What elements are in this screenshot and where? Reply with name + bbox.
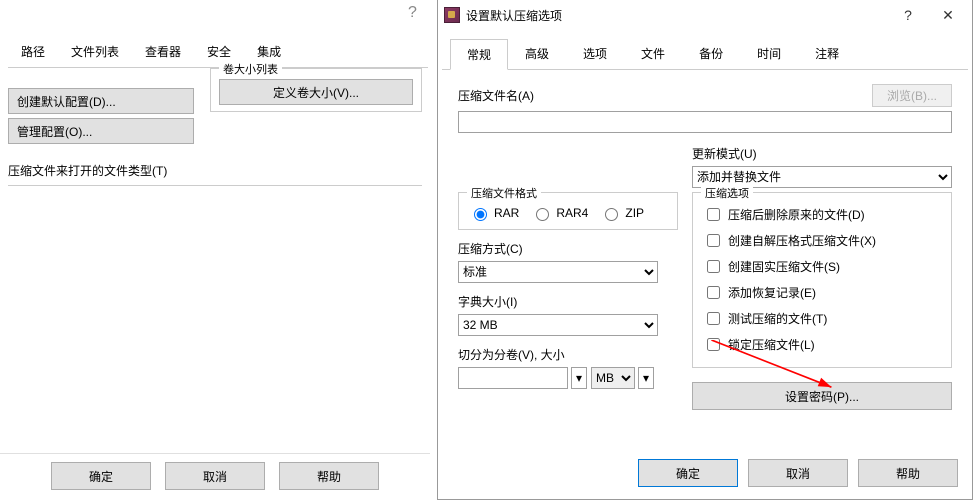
close-button[interactable]: ✕ [928,1,968,29]
options-group-label: 压缩选项 [701,185,753,201]
tab-general[interactable]: 常规 [450,39,508,70]
opt-test[interactable]: 测试压缩的文件(T) [703,309,941,328]
opt-solid[interactable]: 创建固实压缩文件(S) [703,257,941,276]
dropdown-icon[interactable]: ▾ [571,367,587,389]
archive-name-input[interactable] [458,111,952,133]
tab-time[interactable]: 时间 [740,38,798,69]
help-button[interactable]: ? [888,1,928,29]
bg-cancel-button[interactable]: 取消 [165,462,265,490]
dialog-footer: 确定 取消 帮助 [630,451,966,495]
divider [8,185,422,186]
tab-comment[interactable]: 注释 [798,38,856,69]
help-icon[interactable]: ? [408,4,417,22]
bg-help-button[interactable]: 帮助 [279,462,379,490]
tab-advanced[interactable]: 高级 [508,38,566,69]
archive-name-label: 压缩文件名(A) [458,87,872,104]
help-button-footer[interactable]: 帮助 [858,459,958,487]
create-default-config-button[interactable]: 创建默认配置(D)... [8,88,194,114]
volume-group-label: 卷大小列表 [219,61,282,77]
tab-backup[interactable]: 备份 [682,38,740,69]
dict-select[interactable]: 32 MB [458,314,658,336]
background-window: ? 路径 文件列表 查看器 安全 集成 创建默认配置(D)... 管理配置(O)… [0,0,440,500]
method-select[interactable]: 标准 [458,261,658,283]
bg-body: 创建默认配置(D)... 管理配置(O)... 卷大小列表 定义卷大小(V)..… [0,60,430,194]
dialog-title: 设置默认压缩选项 [466,7,888,24]
tab-files[interactable]: 文件 [624,38,682,69]
dropdown-icon-2[interactable]: ▾ [638,367,654,389]
method-label: 压缩方式(C) [458,240,678,257]
dict-label: 字典大小(I) [458,293,678,310]
manage-config-button[interactable]: 管理配置(O)... [8,118,194,144]
set-password-button[interactable]: 设置密码(P)... [692,382,952,410]
bg-ok-button[interactable]: 确定 [51,462,151,490]
dialog-tab-strip: 常规 高级 选项 文件 备份 时间 注释 [442,30,968,70]
define-volume-button[interactable]: 定义卷大小(V)... [219,79,413,105]
format-rar4[interactable]: RAR4 [531,205,588,221]
filetype-label: 压缩文件来打开的文件类型(T) [8,162,422,179]
format-rar[interactable]: RAR [469,205,519,221]
opt-sfx[interactable]: 创建自解压格式压缩文件(X) [703,231,941,250]
opt-recovery[interactable]: 添加恢复记录(E) [703,283,941,302]
split-unit-select[interactable]: MB [591,367,635,389]
cancel-button[interactable]: 取消 [748,459,848,487]
ok-button[interactable]: 确定 [638,459,738,487]
bg-footer: 确定 取消 帮助 [0,453,430,498]
compress-options-group: 压缩选项 压缩后删除原来的文件(D) 创建自解压格式压缩文件(X) 创建固实压缩… [692,192,952,368]
tab-options[interactable]: 选项 [566,38,624,69]
format-group: 压缩文件格式 RAR RAR4 ZIP [458,192,678,230]
opt-lock[interactable]: 锁定压缩文件(L) [703,335,941,354]
format-zip[interactable]: ZIP [600,205,644,221]
format-group-label: 压缩文件格式 [467,185,541,201]
volume-size-group: 卷大小列表 定义卷大小(V)... [210,68,422,112]
update-mode-label: 更新模式(U) [692,145,952,162]
app-icon [444,7,460,23]
compression-options-dialog: 设置默认压缩选项 ? ✕ 常规 高级 选项 文件 备份 时间 注释 压缩文件名(… [437,0,973,500]
opt-delete-after[interactable]: 压缩后删除原来的文件(D) [703,205,941,224]
split-label: 切分为分卷(V), 大小 [458,346,678,363]
browse-button[interactable]: 浏览(B)... [872,84,952,107]
titlebar: 设置默认压缩选项 ? ✕ [438,0,972,30]
split-size-input[interactable] [458,367,568,389]
dialog-body: 压缩文件名(A) 浏览(B)... 更新模式(U) 添加并替换文件 压缩文件格式… [438,70,972,470]
